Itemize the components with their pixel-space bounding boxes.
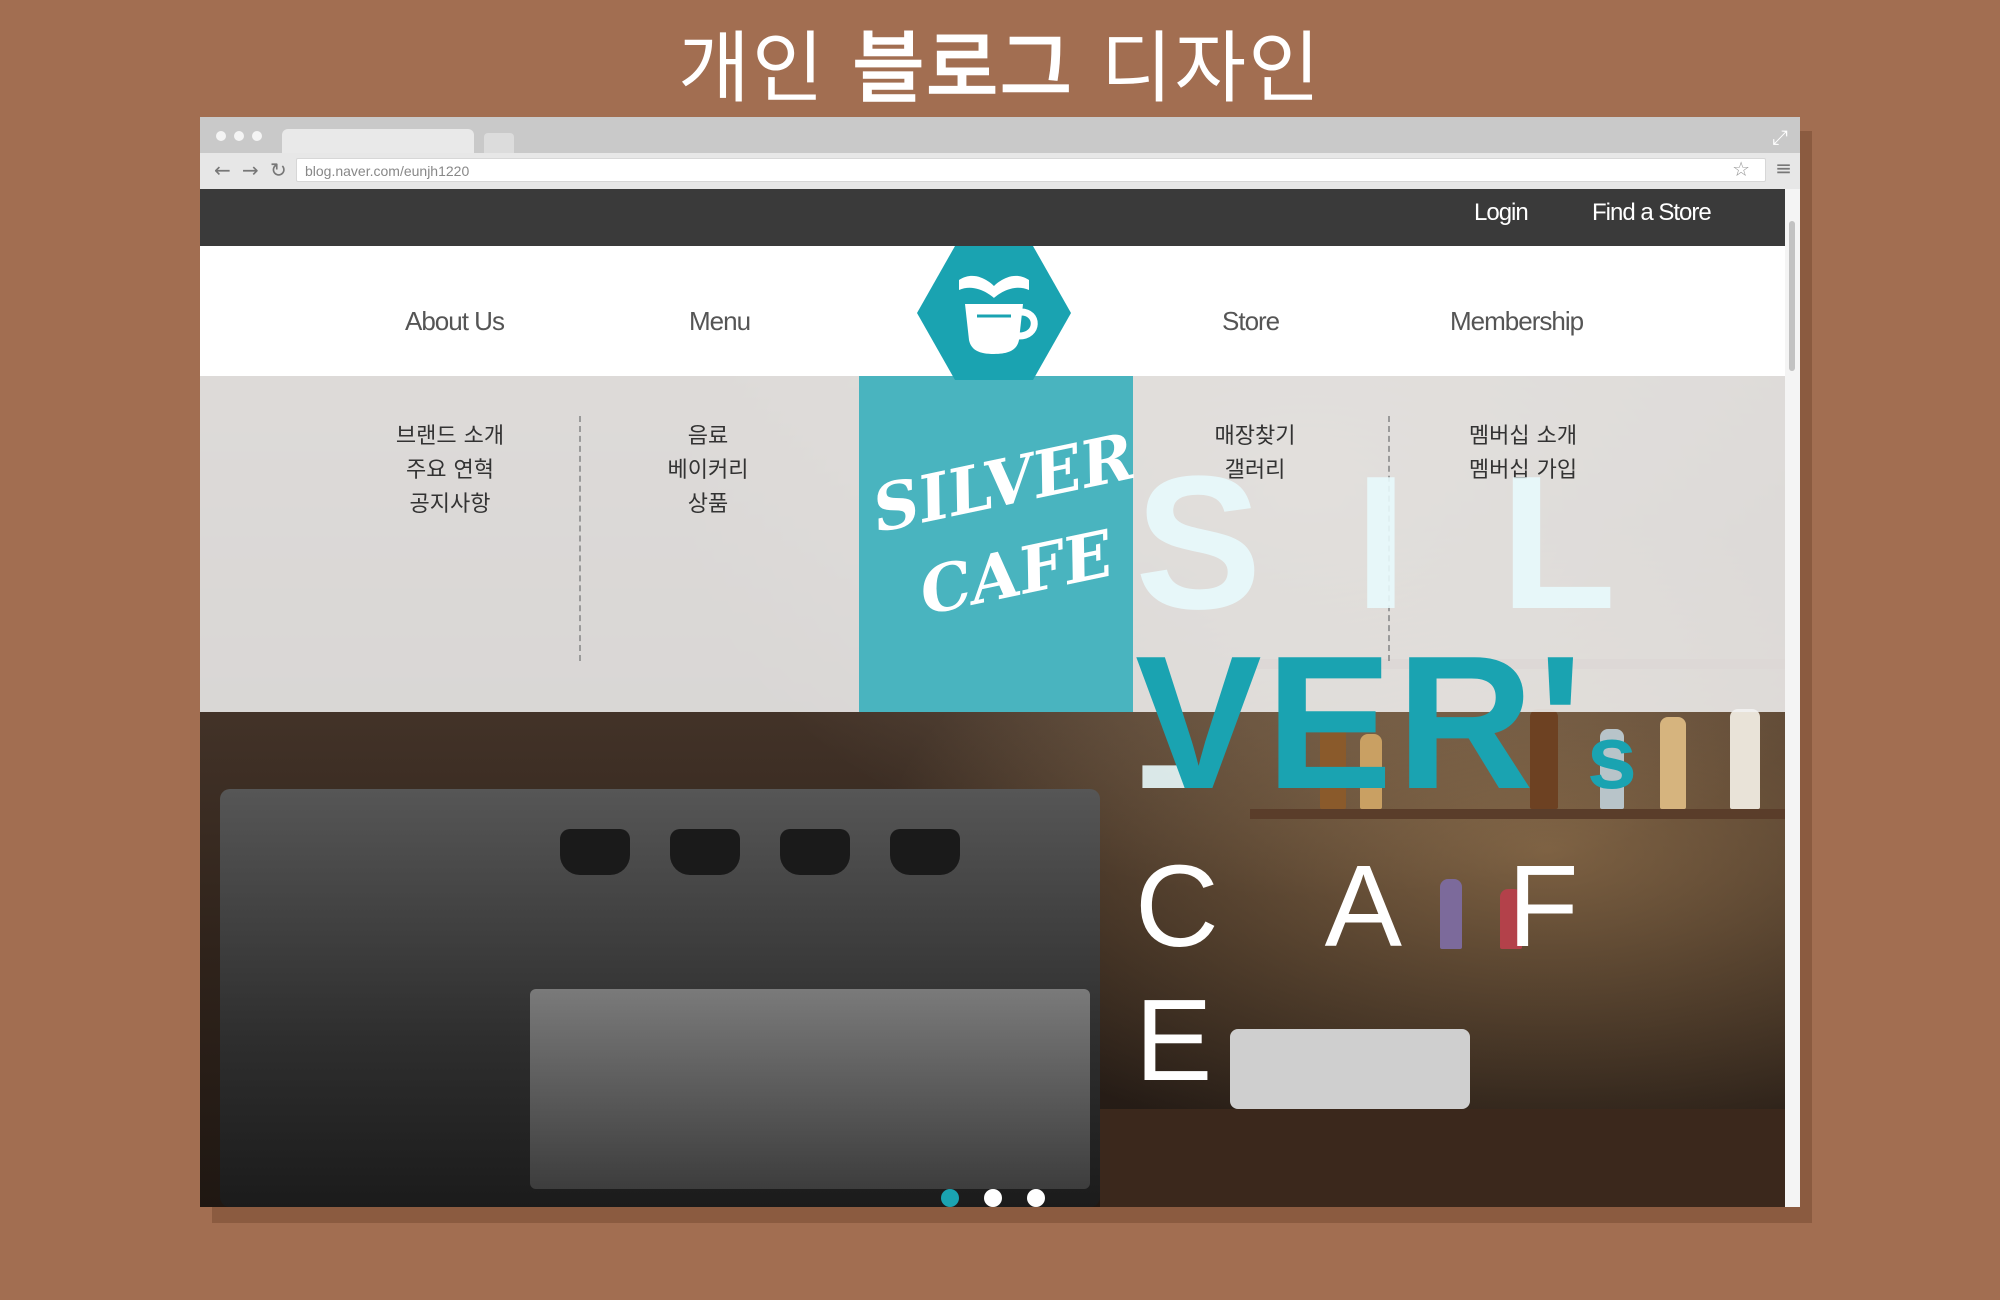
page-viewport: Login Find a Store About Us Menu Store M…	[200, 189, 1785, 1207]
address-bar[interactable]: blog.naver.com/eunjh1220	[296, 158, 1766, 182]
expand-icon[interactable]: ⤢	[1772, 125, 1788, 149]
nav-store[interactable]: Store	[1222, 306, 1280, 337]
hero-headline-line2: VER's	[1135, 614, 1641, 832]
nav-membership[interactable]: Membership	[1450, 306, 1584, 337]
site-topbar: Login Find a Store	[200, 189, 1785, 246]
slider-dot-3[interactable]	[1027, 1189, 1045, 1207]
submenu-item[interactable]: 브랜드 소개	[340, 420, 560, 454]
submenu-divider	[579, 416, 581, 661]
scrollbar-thumb[interactable]	[1789, 221, 1795, 371]
submenu-item[interactable]: 상품	[598, 488, 818, 522]
browser-window: ⤢ ← → ↻ blog.naver.com/eunjh1220 ☆ ≡ Log…	[200, 117, 1800, 1207]
page-heading: 개인 블로그 디자인	[0, 6, 2000, 118]
bookmark-star-icon[interactable]: ☆	[1732, 157, 1750, 181]
counter	[1100, 1109, 1785, 1207]
group-head	[890, 829, 960, 875]
logo-panel: SILVER CAFE	[859, 376, 1141, 712]
window-close-dot[interactable]	[216, 131, 226, 141]
window-maximize-dot[interactable]	[252, 131, 262, 141]
browser-tab[interactable]	[282, 129, 474, 155]
submenu-item[interactable]: 음료	[598, 420, 818, 454]
browser-titlebar: ⤢	[200, 117, 1800, 155]
submenu-item[interactable]: 베이커리	[598, 454, 818, 488]
submenu-item[interactable]: 공지사항	[340, 488, 560, 522]
heading-word-2: 블로그	[852, 24, 1074, 114]
cup-logo-icon[interactable]	[917, 246, 1071, 380]
scrollbar[interactable]	[1785, 189, 1800, 1207]
heading-word-1: 개인	[678, 24, 826, 114]
browser-menu-icon[interactable]: ≡	[1775, 156, 1792, 180]
slider-dot-2[interactable]	[984, 1189, 1002, 1207]
group-head	[560, 829, 630, 875]
hero-headline-line2-main: VER'	[1135, 617, 1587, 829]
heading-word-3: 디자인	[1100, 24, 1322, 114]
hero-headline-line2-suffix: s	[1586, 708, 1641, 808]
forward-arrow-icon[interactable]: →	[242, 158, 259, 182]
reload-icon[interactable]: ↻	[270, 158, 287, 182]
submenu-about: 브랜드 소개 주요 연혁 공지사항	[340, 420, 560, 522]
submenu-item[interactable]: 주요 연혁	[340, 454, 560, 488]
nav-menu[interactable]: Menu	[689, 306, 751, 337]
back-arrow-icon[interactable]: ←	[214, 158, 231, 182]
new-tab-button[interactable]	[484, 133, 514, 153]
group-head	[780, 829, 850, 875]
nav-about-us[interactable]: About Us	[405, 306, 505, 337]
login-link[interactable]: Login	[1474, 199, 1529, 227]
window-minimize-dot[interactable]	[234, 131, 244, 141]
hero-headline-line3: C A F E	[1135, 841, 1619, 1105]
slider-dot-1[interactable]	[941, 1189, 959, 1207]
browser-toolbar: ← → ↻ blog.naver.com/eunjh1220 ☆ ≡	[200, 153, 1800, 190]
espresso-machine-plate	[530, 989, 1090, 1189]
submenu-menu: 음료 베이커리 상품	[598, 420, 818, 522]
find-store-link[interactable]: Find a Store	[1592, 199, 1712, 227]
group-head	[670, 829, 740, 875]
